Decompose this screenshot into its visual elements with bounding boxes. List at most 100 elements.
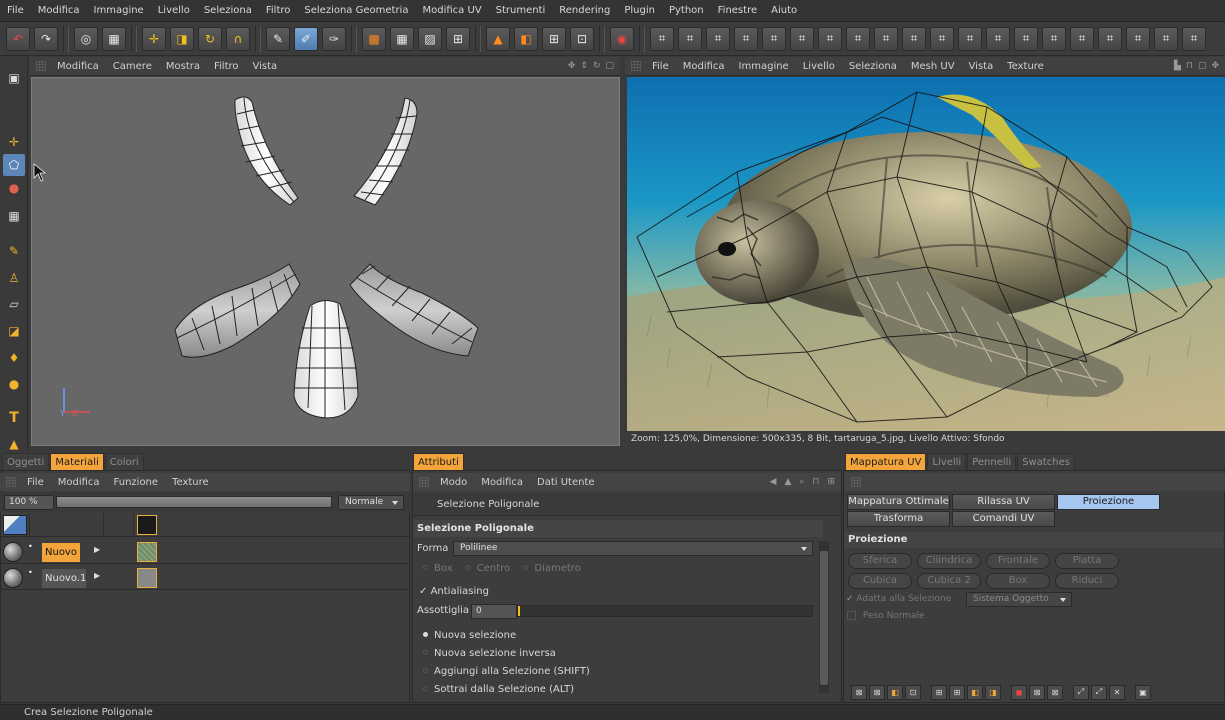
riduci-button[interactable]: Riduci [1055, 573, 1119, 589]
tab-livelli[interactable]: Livelli [927, 453, 967, 470]
maximize-icon[interactable]: ▢ [605, 61, 614, 71]
zoom-field[interactable]: 100 % [4, 494, 54, 510]
checker-alt-icon[interactable]: ▨ [418, 26, 442, 51]
vp-menu-camere[interactable]: Camere [106, 61, 159, 72]
material-sphere-icon[interactable] [3, 542, 23, 562]
brush-icon[interactable]: ✑ [322, 26, 346, 51]
uv-tool-3-icon[interactable]: ⌗ [706, 26, 730, 51]
edge-mode-icon[interactable]: ◧ [514, 26, 538, 51]
uv-grid-icon[interactable]: ⊞ [446, 26, 470, 51]
tab-pennelli[interactable]: Pennelli [967, 453, 1017, 470]
menu-seleziona[interactable]: Seleziona [197, 5, 259, 16]
paint-3d-icon[interactable]: ✐ [294, 26, 318, 51]
search-icon[interactable]: ⌕ [799, 477, 804, 487]
paint-icon[interactable]: ✎ [266, 26, 290, 51]
vp-menu-mostra[interactable]: Mostra [159, 61, 207, 72]
attr-menu-modo[interactable]: Modo [433, 477, 474, 488]
uv-tool-17-icon[interactable]: ⌗ [1098, 26, 1122, 51]
expand-arrow-icon[interactable]: ▶ [94, 571, 100, 580]
texture-thumb-icon[interactable] [137, 542, 157, 562]
lock-icon[interactable]: ⊓ [812, 477, 819, 487]
mat-menu-texture[interactable]: Texture [165, 477, 216, 488]
uv-menu-immagine[interactable]: Immagine [732, 61, 796, 72]
tab-attributi[interactable]: Attributi [413, 453, 464, 470]
zoom-icon[interactable]: ⇕ [580, 61, 588, 71]
uv-cmd-icon[interactable]: ◧ [967, 684, 983, 700]
menu-modifica-uv[interactable]: Modifica UV [415, 5, 488, 16]
orbit-icon[interactable]: ↻ [593, 61, 601, 71]
uv-tool-6-icon[interactable]: ⌗ [790, 26, 814, 51]
uv-menu-vista[interactable]: Vista [962, 61, 1001, 72]
menu-strumenti[interactable]: Strumenti [489, 5, 553, 16]
uv-tool-14-icon[interactable]: ⌗ [1014, 26, 1038, 51]
assottiglia-slider[interactable] [517, 605, 813, 617]
maximize-icon[interactable]: ▢ [1198, 61, 1207, 71]
uv-cmd-icon[interactable]: ⊠ [1029, 684, 1045, 700]
menu-rendering[interactable]: Rendering [552, 5, 617, 16]
slider-handle[interactable] [518, 606, 520, 616]
text-tool-icon[interactable]: T [3, 407, 25, 429]
menu-immagine[interactable]: Immagine [87, 5, 151, 16]
uv-cmd-icon[interactable]: ⊞ [931, 684, 947, 700]
uv-cmd-icon[interactable]: ◼ [1011, 684, 1027, 700]
menu-aiuto[interactable]: Aiuto [764, 5, 804, 16]
check-icon[interactable]: ✓ [413, 586, 427, 597]
move-icon[interactable]: ✛ [142, 26, 166, 51]
uv-tool-13-icon[interactable]: ⌗ [986, 26, 1010, 51]
checker-icon[interactable]: ▦ [390, 26, 414, 51]
layout-icon[interactable]: ▣ [3, 67, 25, 89]
comandi-uv-button[interactable]: Comandi UV [952, 511, 1055, 527]
move-tool-icon[interactable]: ✛ [3, 131, 25, 153]
uv-cmd-icon[interactable]: ▣ [1135, 684, 1151, 700]
uv-tool-18-icon[interactable]: ⌗ [1126, 26, 1150, 51]
uv-cmd-icon[interactable]: ◨ [985, 684, 1001, 700]
uv-tool-19-icon[interactable]: ⌗ [1154, 26, 1178, 51]
radio-box[interactable] [423, 565, 428, 570]
cilindrica-button[interactable]: Cilindrica [917, 553, 981, 569]
uv-texture-view[interactable] [627, 77, 1225, 431]
menu-filtro[interactable]: Filtro [259, 5, 298, 16]
mat-menu-file[interactable]: File [20, 477, 51, 488]
uv-menu-mesh-uv[interactable]: Mesh UV [904, 61, 962, 72]
rotate-icon[interactable]: ↻ [198, 26, 222, 51]
undo-icon[interactable]: ↶ [6, 26, 30, 51]
checker-tool-icon[interactable]: ▦ [3, 205, 25, 227]
pan-icon[interactable]: ✥ [568, 61, 576, 71]
uv-points-icon[interactable]: ⊡ [570, 26, 594, 51]
live-select-tool-icon[interactable]: ● [3, 177, 25, 199]
rect-select-icon[interactable]: ▦ [102, 26, 126, 51]
forma-dropdown[interactable]: Polilinee [453, 541, 813, 556]
frontale-button[interactable]: Frontale [986, 553, 1050, 569]
attr-menu-dati-utente[interactable]: Dati Utente [530, 477, 602, 488]
paint-material-icon[interactable] [3, 515, 27, 535]
tab-oggetti[interactable]: Oggetti [2, 453, 50, 470]
menu-python[interactable]: Python [662, 5, 711, 16]
material-name[interactable]: Nuovo.1 [42, 569, 86, 588]
back-arrow-icon[interactable]: ◀ [770, 477, 777, 487]
render-icon[interactable]: ◉ [610, 26, 634, 51]
uv-tool-2-icon[interactable]: ⌗ [678, 26, 702, 51]
adapt-system-dropdown[interactable]: Sistema Oggetto [966, 592, 1072, 607]
mat-menu-funzione[interactable]: Funzione [107, 477, 166, 488]
texture-preview-icon[interactable] [137, 515, 157, 535]
live-select-icon[interactable]: ◎ [74, 26, 98, 51]
material-name[interactable]: Nuovo [42, 543, 80, 562]
tab-colori[interactable]: Colori [104, 453, 144, 470]
tab-materiali[interactable]: Materiali [50, 453, 104, 470]
menu-seleziona-geometria[interactable]: Seleziona Geometria [297, 5, 415, 16]
uv-tool-11-icon[interactable]: ⌗ [930, 26, 954, 51]
uv-menu-seleziona[interactable]: Seleziona [842, 61, 904, 72]
pan-icon[interactable]: ✥ [1211, 61, 1219, 71]
cubica-2-button[interactable]: Cubica 2 [917, 573, 981, 589]
fill-tool-icon[interactable]: ◪ [3, 320, 25, 342]
material-sphere-icon[interactable] [3, 568, 23, 588]
uv-menu-file[interactable]: File [645, 61, 676, 72]
radio-sottrai[interactable] [423, 686, 428, 691]
scale-icon[interactable]: ◨ [170, 26, 194, 51]
uv-cmd-icon[interactable]: ⊡ [905, 684, 921, 700]
vp-menu-filtro[interactable]: Filtro [207, 61, 246, 72]
uv-tool-20-icon[interactable]: ⌗ [1182, 26, 1206, 51]
assottiglia-input[interactable]: 0 [471, 604, 517, 619]
piatta-button[interactable]: Piatta [1055, 553, 1119, 569]
redo-icon[interactable]: ↷ [34, 26, 58, 51]
